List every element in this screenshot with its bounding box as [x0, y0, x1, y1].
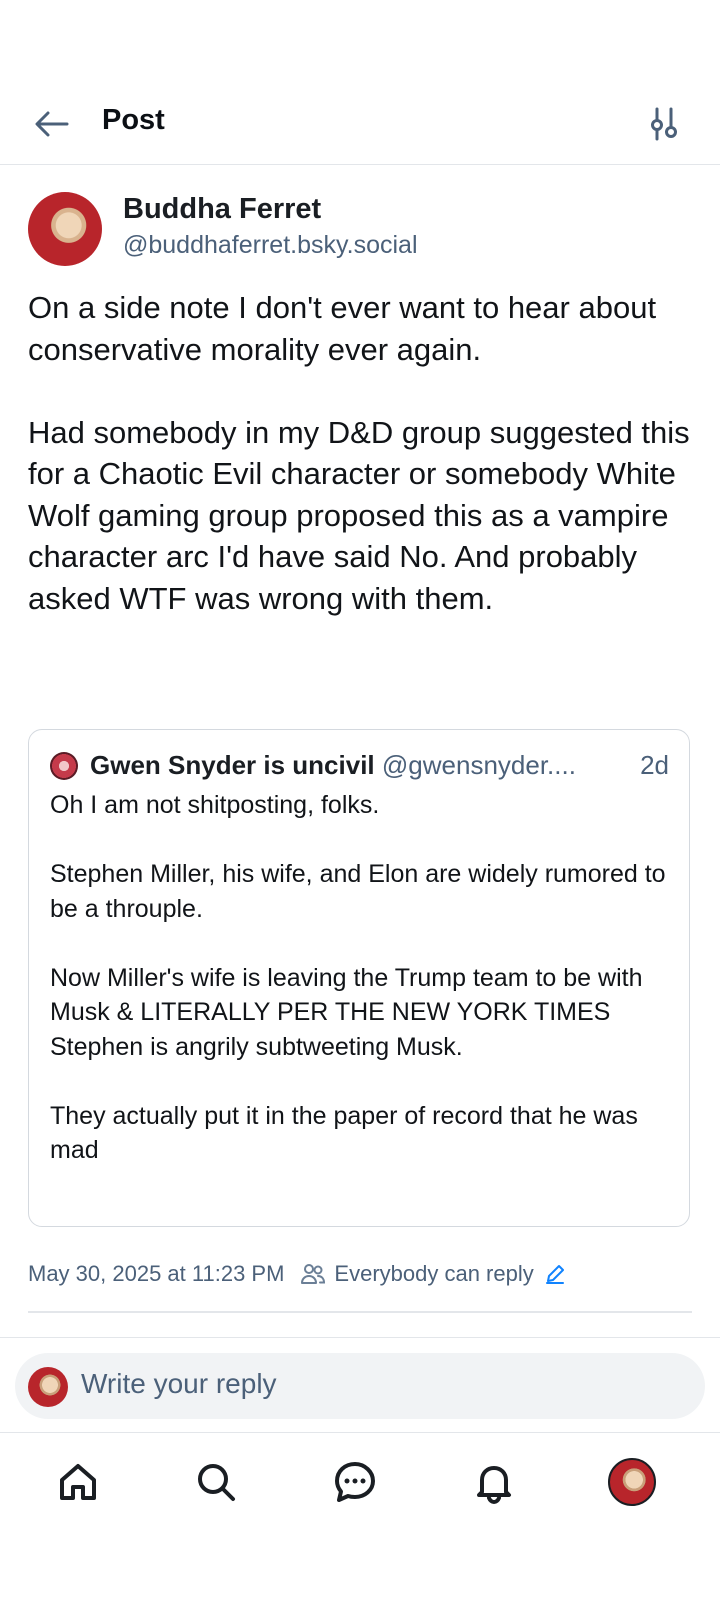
- author-avatar[interactable]: [28, 192, 102, 266]
- post-meta: May 30, 2025 at 11:23 PM Everybody can r…: [28, 1258, 566, 1290]
- quote-text: Oh I am not shitposting, folks. Stephen …: [50, 791, 666, 1164]
- top-app-bar: Post: [0, 88, 720, 165]
- profile-avatar: [608, 1458, 656, 1506]
- search-icon: [198, 1464, 235, 1501]
- back-button[interactable]: [30, 102, 74, 146]
- chat-icon: [335, 1462, 375, 1502]
- home-icon: [60, 1464, 96, 1500]
- bell-icon: [477, 1466, 511, 1504]
- page-title: Post: [102, 104, 165, 136]
- post-timestamp: May 30, 2025 at 11:23 PM: [28, 1261, 285, 1286]
- nav-search[interactable]: [186, 1452, 246, 1512]
- quoted-post[interactable]: Gwen Snyder is uncivil @gwensnyder.... 2…: [28, 729, 690, 1227]
- pencil-icon[interactable]: [544, 1263, 566, 1285]
- user-avatar: [28, 1367, 68, 1407]
- author-name[interactable]: Buddha Ferret: [123, 193, 321, 226]
- nav-profile[interactable]: [602, 1452, 662, 1512]
- reply-composer[interactable]: Write your reply: [15, 1353, 705, 1419]
- post-text: On a side note I don't ever want to hear…: [28, 290, 690, 616]
- quote-header: Gwen Snyder is uncivil @gwensnyder....: [90, 750, 670, 781]
- author-handle[interactable]: @buddhaferret.bsky.social: [123, 231, 418, 260]
- sliders-icon: [651, 107, 677, 141]
- divider: [0, 1337, 720, 1338]
- people-icon: [300, 1263, 326, 1285]
- reply-input[interactable]: Write your reply: [81, 1368, 277, 1400]
- nav-notifications[interactable]: [464, 1452, 524, 1512]
- arrow-left-icon: [35, 111, 69, 137]
- divider: [28, 1311, 692, 1313]
- nav-chat[interactable]: [325, 1452, 385, 1512]
- reply-setting[interactable]: Everybody can reply: [334, 1261, 533, 1287]
- quote-author-avatar: [50, 752, 78, 780]
- nav-home[interactable]: [48, 1452, 108, 1512]
- quote-author-handle: @gwensnyder....: [381, 750, 576, 780]
- divider: [0, 1432, 720, 1433]
- quote-time: 2d: [632, 750, 669, 781]
- quote-author-name: Gwen Snyder is uncivil: [90, 750, 375, 780]
- thread-settings-button[interactable]: [642, 102, 686, 146]
